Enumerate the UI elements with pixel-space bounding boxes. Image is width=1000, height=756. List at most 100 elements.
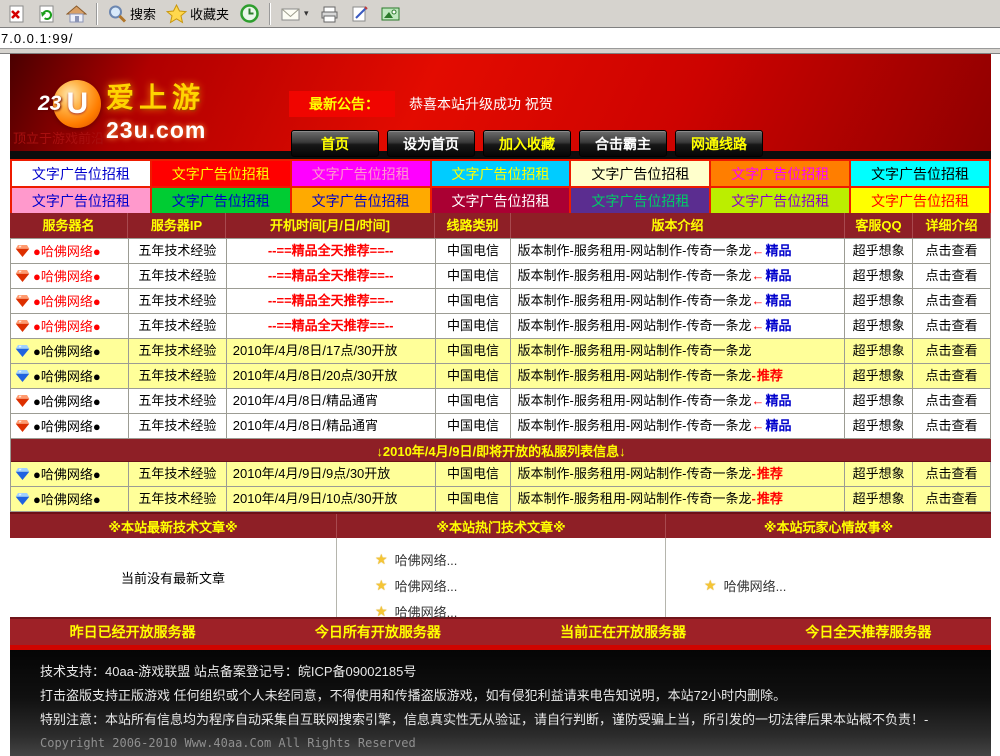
gem-icon <box>15 467 30 481</box>
server-row: ●哈佛网络● 五年技术经验 2010年/4月/8日/20点/30开放 中国电信 … <box>11 364 991 389</box>
service-qq[interactable]: 超乎想象 <box>845 339 913 363</box>
text-ad-slot[interactable]: 文字广告位招租 <box>292 188 430 213</box>
service-qq[interactable]: 超乎想象 <box>845 462 913 486</box>
open-time: 2010年/4月/8日/20点/30开放 <box>227 364 436 388</box>
text-ad-slot[interactable]: 文字广告位招租 <box>432 188 570 213</box>
article-link[interactable]: ★ 哈佛网络... <box>375 572 665 598</box>
detail-link[interactable]: 点击查看 <box>913 289 991 313</box>
refresh-icon <box>36 4 56 24</box>
service-qq[interactable]: 超乎想象 <box>845 264 913 288</box>
server-name-link[interactable]: ●哈佛网络● <box>11 339 129 363</box>
service-qq[interactable]: 超乎想象 <box>845 414 913 438</box>
intro-main: 版本制作-服务租用-网站制作-传奇一条龙 <box>517 268 751 283</box>
gem-icon <box>15 319 30 333</box>
refresh-button[interactable] <box>32 2 60 26</box>
quick-link[interactable]: 今日所有开放服务器 <box>255 619 500 645</box>
detail-link[interactable]: 点击查看 <box>913 364 991 388</box>
nav-button[interactable]: 首页 <box>291 130 379 157</box>
service-qq[interactable]: 超乎想象 <box>845 314 913 338</box>
service-qq[interactable]: 超乎想象 <box>845 487 913 511</box>
print-button[interactable] <box>315 2 344 26</box>
text-ad-slot[interactable]: 文字广告位招租 <box>152 161 290 186</box>
line-type: 中国电信 <box>436 264 512 288</box>
address-text[interactable]: 7.0.0.1:99/ <box>0 31 73 46</box>
intro-tag: 精品 <box>765 393 791 408</box>
server-name-link[interactable]: ●哈佛网络● <box>11 364 129 388</box>
server-name-link[interactable]: ●哈佛网络● <box>11 462 129 486</box>
mail-icon <box>280 4 301 24</box>
nav-button[interactable]: 设为首页 <box>387 130 475 157</box>
version-intro: 版本制作-服务租用-网站制作-传奇一条龙←精品 <box>511 264 845 288</box>
text-ad-slot[interactable]: 文字广告位招租 <box>571 188 709 213</box>
version-intro: 版本制作-服务租用-网站制作-传奇一条龙←精品 <box>511 239 845 263</box>
article-link[interactable]: ★ 哈佛网络... <box>375 546 665 572</box>
text-ad-slot[interactable]: 文字广告位招租 <box>851 188 989 213</box>
server-ip: 五年技术经验 <box>129 389 227 413</box>
text-ad-slot[interactable]: 文字广告位招租 <box>851 161 989 186</box>
server-name-link[interactable]: ●哈佛网络● <box>11 414 129 438</box>
server-name-link[interactable]: ●哈佛网络● <box>11 487 129 511</box>
site-logo[interactable]: 23 U <box>38 80 101 128</box>
article-title: 哈佛网络... <box>395 602 458 621</box>
text-ad-slot[interactable]: 文字广告位招租 <box>12 161 150 186</box>
col-line-type: 线路类别 <box>435 213 511 238</box>
nav-button[interactable]: 加入收藏 <box>483 130 571 157</box>
detail-link[interactable]: 点击查看 <box>913 339 991 363</box>
address-bar[interactable]: 7.0.0.1:99/ <box>0 28 1000 49</box>
detail-link[interactable]: 点击查看 <box>913 462 991 486</box>
server-name-link[interactable]: ●哈佛网络● <box>11 239 129 263</box>
mail-button[interactable]: ▾ <box>276 2 313 26</box>
home-button[interactable] <box>62 2 91 26</box>
search-button[interactable]: 搜索 <box>103 2 160 26</box>
intro-arrow: - <box>751 491 755 506</box>
intro-main: 版本制作-服务租用-网站制作-传奇一条龙 <box>517 318 751 333</box>
server-name-link[interactable]: ●哈佛网络● <box>11 289 129 313</box>
server-ip: 五年技术经验 <box>129 289 227 313</box>
detail-link[interactable]: 点击查看 <box>913 487 991 511</box>
favorites-button[interactable]: 收藏夹 <box>162 2 233 26</box>
media-button[interactable] <box>376 2 405 26</box>
server-ip: 五年技术经验 <box>129 339 227 363</box>
detail-link[interactable]: 点击查看 <box>913 389 991 413</box>
page-footer: 技术支持：40aa-游戏联盟 站点备案登记号：皖ICP备09002185号 打击… <box>10 650 991 756</box>
server-row: ●哈佛网络● 五年技术经验 --==精品全天推荐==-- 中国电信 版本制作-服… <box>11 239 991 264</box>
intro-main: 版本制作-服务租用-网站制作-传奇一条龙 <box>517 466 751 481</box>
text-ad-slot[interactable]: 文字广告位招租 <box>711 161 849 186</box>
service-qq[interactable]: 超乎想象 <box>845 289 913 313</box>
quick-link[interactable]: 昨日已经开放服务器 <box>10 619 255 645</box>
edit-button[interactable] <box>346 2 374 26</box>
mail-dropdown-caret[interactable]: ▾ <box>304 8 309 19</box>
detail-link[interactable]: 点击查看 <box>913 414 991 438</box>
history-button[interactable] <box>235 2 264 26</box>
intro-arrow: ← <box>751 393 764 408</box>
service-qq[interactable]: 超乎想象 <box>845 364 913 388</box>
detail-link[interactable]: 点击查看 <box>913 314 991 338</box>
text-ad-slot[interactable]: 文字广告位招租 <box>152 188 290 213</box>
text-ad-slot[interactable]: 文字广告位招租 <box>432 161 570 186</box>
service-qq[interactable]: 超乎想象 <box>845 239 913 263</box>
search-icon <box>107 4 127 24</box>
nav-button[interactable]: 网通线路 <box>675 130 763 157</box>
col-service-qq: 客服QQ <box>845 213 913 238</box>
detail-link[interactable]: 点击查看 <box>913 264 991 288</box>
line-type: 中国电信 <box>436 389 512 413</box>
text-ad-slot[interactable]: 文字广告位招租 <box>12 188 150 213</box>
article-link[interactable]: ★ 哈佛网络... <box>704 572 991 598</box>
detail-link[interactable]: 点击查看 <box>913 239 991 263</box>
text-ad-slot[interactable]: 文字广告位招租 <box>292 161 430 186</box>
quick-link[interactable]: 今日全天推荐服务器 <box>746 619 991 645</box>
text-ad-slot[interactable]: 文字广告位招租 <box>571 161 709 186</box>
server-row: ●哈佛网络● 五年技术经验 --==精品全天推荐==-- 中国电信 版本制作-服… <box>11 289 991 314</box>
text-ad-slot[interactable]: 文字广告位招租 <box>711 188 849 213</box>
server-name-link[interactable]: ●哈佛网络● <box>11 389 129 413</box>
stop-button[interactable] <box>2 2 30 26</box>
quick-link[interactable]: 当前正在开放服务器 <box>501 619 746 645</box>
server-name-link[interactable]: ●哈佛网络● <box>11 314 129 338</box>
server-name-link[interactable]: ●哈佛网络● <box>11 264 129 288</box>
intro-arrow: ← <box>751 243 764 258</box>
gem-icon <box>15 394 30 408</box>
player-stories-column: ★ 哈佛网络... <box>666 538 991 617</box>
nav-button[interactable]: 合击霸主 <box>579 130 667 157</box>
site-header: 23 U 爱上游 23u.com 顶立于游戏前沿 最新公告： 恭喜本站升级成功 … <box>10 54 991 159</box>
service-qq[interactable]: 超乎想象 <box>845 389 913 413</box>
